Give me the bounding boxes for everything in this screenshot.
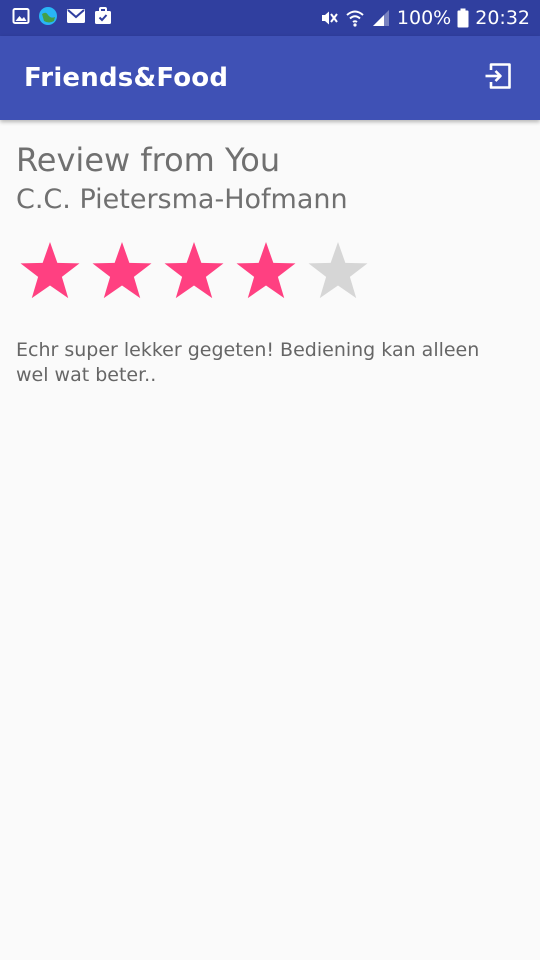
globe-app-icon	[38, 6, 58, 30]
signal-icon	[371, 8, 391, 28]
app-title: Friends&Food	[24, 63, 229, 93]
battery-text: 100%	[396, 7, 452, 29]
logout-button[interactable]	[476, 56, 520, 100]
star-empty-icon	[308, 242, 368, 299]
star-filled-icon	[20, 242, 80, 299]
star-rating	[18, 238, 516, 302]
gmail-icon	[66, 8, 86, 28]
review-text: Echr super lekker gegeten! Bediening kan…	[16, 339, 480, 386]
briefcase-icon	[94, 7, 112, 29]
muted-icon	[319, 8, 339, 28]
star-filled-icon	[92, 242, 152, 299]
review-author: C.C. Pietersma-Hofmann	[16, 184, 348, 215]
review-content: Review from You C.C. Pietersma-Hofmann E…	[16, 138, 516, 388]
system-status: 100% 20:32	[319, 7, 530, 29]
status-bar: 100% 20:32	[0, 0, 540, 36]
star-filled-icon	[164, 242, 224, 299]
wifi-icon	[345, 8, 365, 28]
notification-icons	[12, 6, 112, 30]
logout-icon	[483, 61, 513, 95]
review-heading: Review from You	[16, 141, 281, 179]
app-bar: Friends&Food	[0, 36, 540, 120]
star-filled-icon	[236, 242, 296, 299]
battery-icon	[457, 8, 469, 28]
gallery-icon	[12, 7, 30, 29]
clock: 20:32	[475, 7, 530, 29]
